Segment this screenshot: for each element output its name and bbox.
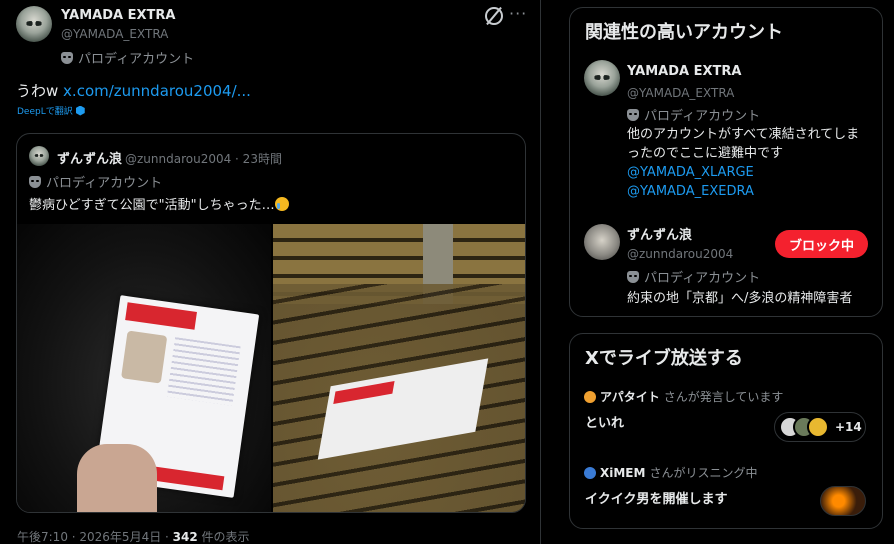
listener-count: +14 (835, 420, 862, 434)
author-avatar[interactable] (16, 6, 52, 42)
related-account-name-1[interactable]: YAMADA EXTRA (627, 64, 746, 79)
related-account-handle-2[interactable]: @zunndarou2004 (627, 247, 733, 261)
tweet-text: うわw x.com/zunndarou2004/... (16, 82, 251, 100)
space-host-row-1[interactable]: アパタイト さんが発言しています (584, 388, 783, 405)
quote-author-avatar[interactable] (29, 146, 49, 166)
crying-face-emoji-icon (274, 197, 289, 211)
host-avatar-icon (584, 466, 596, 479)
translate-link[interactable]: DeepLで翻訳 (17, 104, 85, 117)
mask-icon (61, 51, 73, 64)
grok-icon[interactable] (485, 7, 503, 25)
quote-author-name[interactable]: ずんずん浪 (57, 148, 122, 167)
space-host-row-2[interactable]: XiMEM さんがリスニング中 (584, 464, 757, 481)
host-avatar-icon (584, 390, 596, 403)
quote-text: 鬱病ひどすぎて公園で"活動"しちゃった… (29, 194, 289, 213)
more-options-icon[interactable]: ··· (509, 4, 527, 23)
mask-icon (627, 108, 639, 121)
quote-photo-2[interactable] (273, 224, 525, 512)
quote-handle-time: @zunndarou2004 · 23時間 (125, 152, 282, 166)
views-count: 342 (172, 530, 198, 544)
mask-icon (627, 270, 639, 283)
related-parody-label-1: パロディアカウント (627, 105, 760, 124)
live-title: Xでライブ放送する (585, 348, 743, 369)
blocked-button[interactable]: ブロック中 (775, 230, 868, 258)
parody-label: パロディアカウント (61, 48, 194, 67)
author-name[interactable]: YAMADA EXTRA (61, 8, 180, 23)
space-title-2[interactable]: イクイク男を開催します (585, 488, 727, 507)
related-account-name-2[interactable]: ずんずん浪 (627, 224, 692, 243)
live-spaces-card: Xでライブ放送する アパタイト さんが発言しています といれ +14 XiMEM さ… (569, 333, 883, 529)
space-title-1[interactable]: といれ (585, 412, 624, 431)
quote-parody-label: パロディアカウント (29, 172, 162, 191)
related-accounts-card: 関連性の高いアカウント YAMADA EXTRA @YAMADA_EXTRA パ… (569, 7, 883, 317)
space-listeners-1[interactable]: +14 (774, 412, 866, 442)
related-account-avatar-2[interactable] (584, 224, 620, 260)
hand-graphic (77, 444, 157, 512)
related-account-handle-1[interactable]: @YAMADA_EXTRA (627, 86, 734, 100)
main-column: YAMADA EXTRA @YAMADA_EXTRA パロディアカウント ···… (0, 0, 541, 544)
tweet-link[interactable]: x.com/zunndarou2004/... (63, 82, 251, 100)
space-thumbnail-2[interactable] (820, 486, 866, 516)
listener-avatar (807, 416, 829, 438)
right-sidebar: 関連性の高いアカウント YAMADA EXTRA @YAMADA_EXTRA パ… (541, 0, 894, 544)
related-parody-label-2: パロディアカウント (627, 267, 760, 286)
quote-photo-1[interactable] (17, 224, 271, 512)
related-account-bio-2: 約束の地「京都」へ/多浪の精神障害者 (627, 291, 853, 306)
bio-link-exedra[interactable]: @YAMADA_EXEDRA (627, 182, 867, 201)
bio-link-xlarge[interactable]: @YAMADA_XLARGE (627, 163, 867, 182)
quote-tweet-card[interactable]: ずんずん浪 @zunndarou2004 · 23時間 パロディアカウント 鬱病… (16, 133, 526, 513)
related-title: 関連性の高いアカウント (585, 22, 783, 43)
mask-icon (29, 175, 41, 188)
author-handle[interactable]: @YAMADA_EXTRA (61, 27, 168, 41)
related-account-avatar-1[interactable] (584, 60, 620, 96)
tweet-meta: 午後7:10 · 2026年5月4日 · 342 件の表示 (17, 530, 250, 544)
deepl-icon (75, 105, 85, 116)
related-account-bio-1: 他のアカウントがすべて凍結されてしまったのでここに避難中です @YAMADA_X… (627, 125, 867, 201)
